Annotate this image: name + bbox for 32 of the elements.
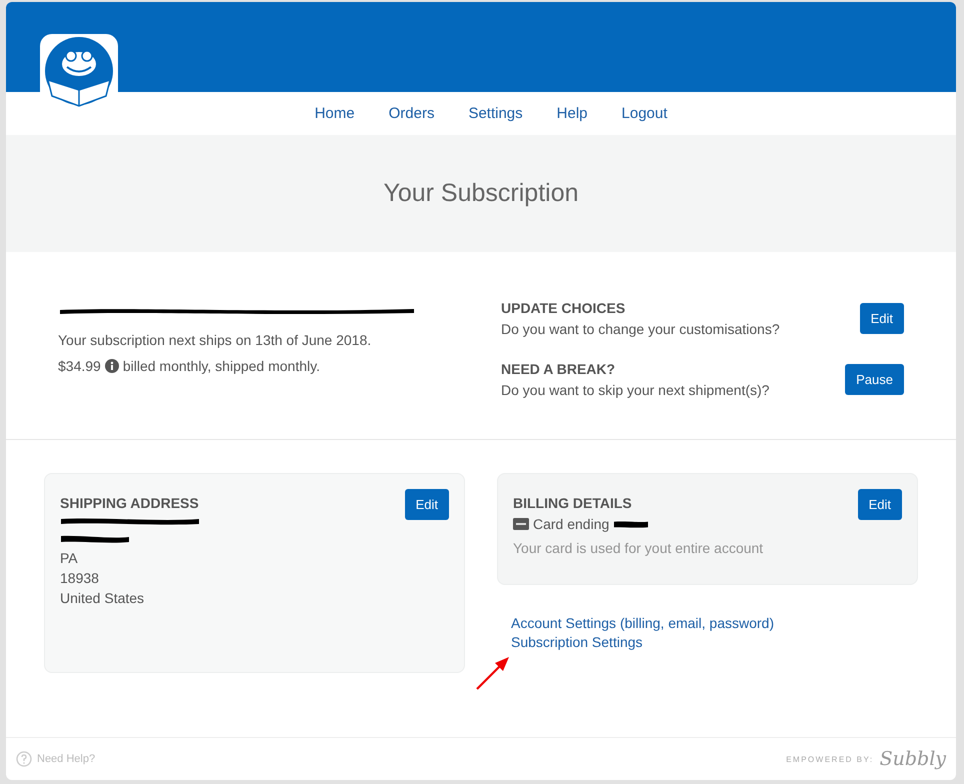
- action-button[interactable]: Pause: [845, 364, 904, 395]
- section-heading: SHIPPING ADDRESS: [60, 495, 199, 511]
- section-heading: UPDATE CHOICES: [501, 300, 626, 316]
- address-line: United States: [60, 590, 146, 606]
- page-title: Your Subscription: [383, 179, 579, 208]
- edit-button[interactable]: Edit: [858, 489, 902, 520]
- address-line: PA: [60, 550, 79, 566]
- nav-link[interactable]: Settings: [468, 105, 523, 122]
- billing-note: Your card is used for yout entire account: [513, 540, 764, 556]
- price: $34.99: [58, 358, 101, 374]
- section-heading: BILLING DETAILS: [513, 495, 632, 511]
- section-heading: NEED A BREAK?: [501, 361, 616, 377]
- edit-button[interactable]: Edit: [404, 489, 449, 520]
- redaction-scribble: [613, 520, 650, 528]
- next-ship-text: Your subscription next ships on 13th of June 2018.: [58, 332, 372, 348]
- nav-link[interactable]: Home: [314, 105, 355, 122]
- card-icon: [513, 518, 529, 530]
- nav-link[interactable]: Orders: [388, 105, 434, 122]
- nav-link[interactable]: Logout: [622, 105, 668, 122]
- settings-link[interactable]: Subscription Settings: [511, 634, 643, 650]
- question-text: Do you want to skip your next shipment(s)?: [501, 382, 770, 398]
- address-line: 18938: [60, 570, 100, 586]
- powered-by-label: EMPOWERED BY:: [786, 754, 874, 764]
- card-ending-text: Card ending: [533, 516, 610, 532]
- billing-frequency: billed monthly, shipped monthly.: [122, 358, 320, 374]
- settings-link[interactable]: Account Settings (billing, email, password): [511, 615, 774, 631]
- info-icon[interactable]: [104, 359, 119, 373]
- nav-link[interactable]: Help: [556, 105, 588, 122]
- action-button[interactable]: Edit: [860, 303, 904, 334]
- redaction-scribble: [60, 534, 130, 544]
- question-text: Do you want to change your customisations?: [501, 321, 780, 337]
- pointer-arrow: [475, 655, 511, 691]
